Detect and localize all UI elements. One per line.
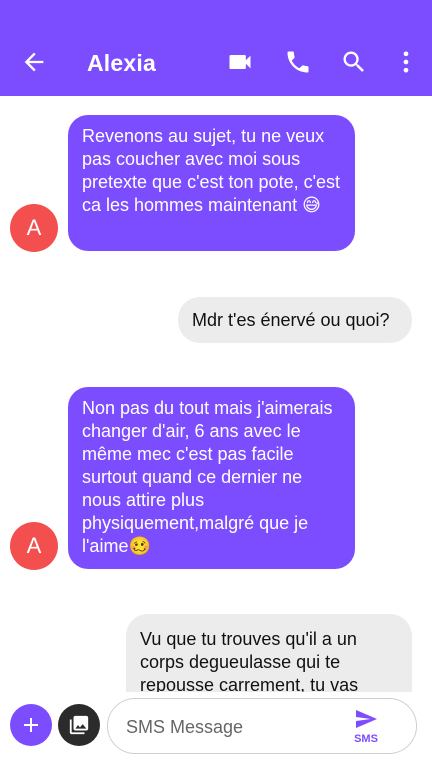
avatar[interactable]: A [10, 522, 58, 570]
outgoing-message[interactable]: Vu que tu trouves qu'il a un corps degue… [126, 614, 412, 692]
send-button[interactable]: SMS [346, 707, 386, 747]
gallery-button[interactable] [58, 704, 100, 746]
send-icon [356, 710, 377, 728]
contact-name[interactable]: Alexia [87, 50, 156, 77]
video-call-icon[interactable] [226, 48, 254, 76]
add-attachment-button[interactable] [10, 704, 52, 746]
more-vert-icon[interactable] [392, 48, 420, 76]
message-placeholder: SMS Message [126, 717, 244, 737]
incoming-message[interactable]: Non pas du tout mais j'aimerais changer … [68, 387, 355, 569]
search-icon[interactable] [340, 48, 368, 76]
phone-icon[interactable] [284, 48, 312, 76]
back-arrow-icon[interactable] [20, 48, 48, 76]
avatar[interactable]: A [10, 204, 58, 252]
outgoing-message[interactable]: Mdr t'es énervé ou quoi? [178, 297, 412, 343]
incoming-message[interactable]: Revenons au sujet, tu ne veux pas couche… [68, 115, 355, 251]
conversation[interactable]: A Revenons au sujet, tu ne veux pas couc… [0, 96, 432, 692]
sms-message-input[interactable]: SMS Message SMS [107, 698, 417, 754]
gallery-icon [69, 715, 89, 735]
composer-bar: SMS Message SMS [0, 692, 432, 768]
app-bar: Alexia [0, 0, 432, 96]
send-label: SMS [354, 733, 378, 745]
add-icon [24, 718, 38, 732]
